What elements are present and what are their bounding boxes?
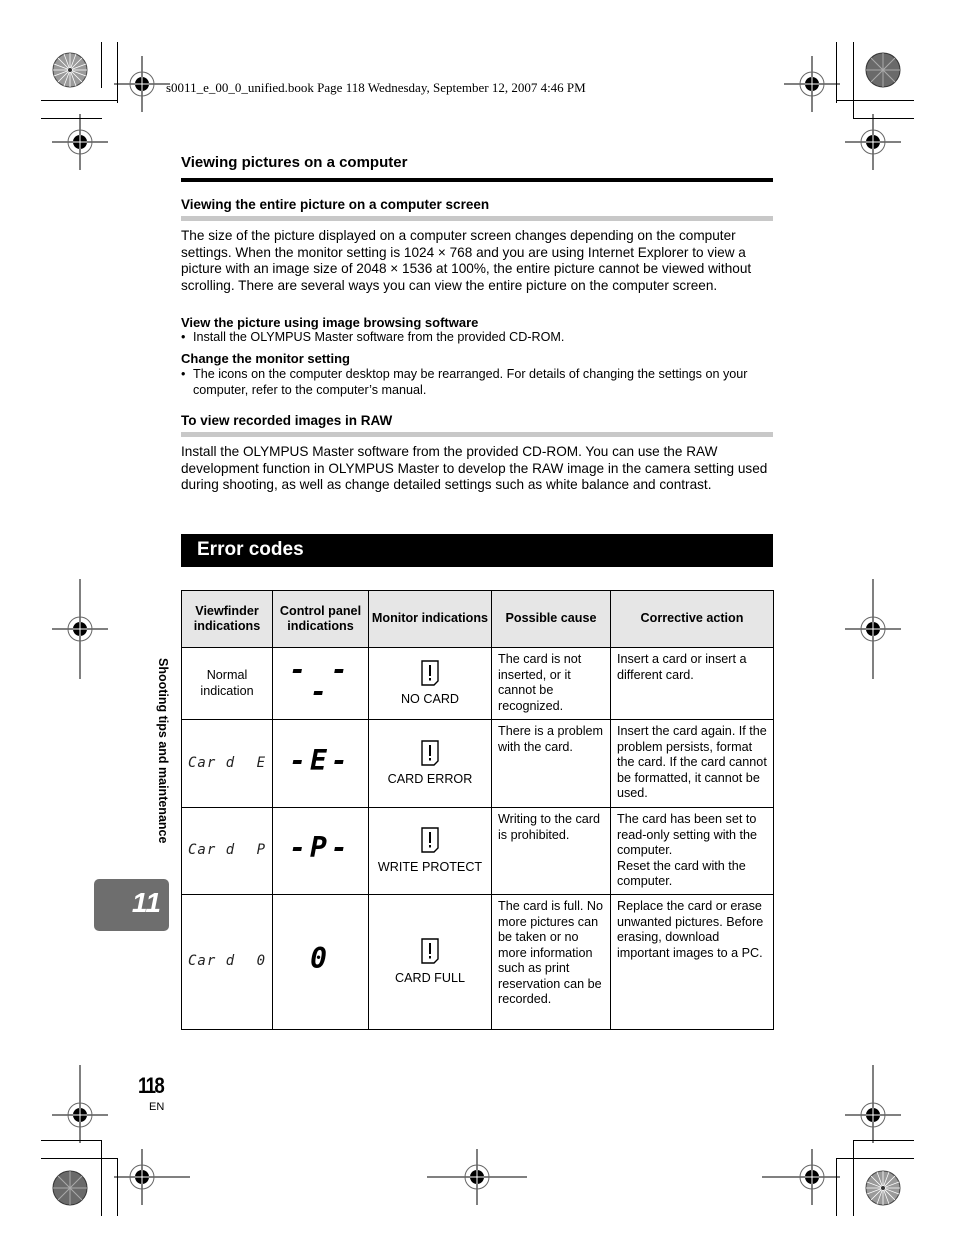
monitor-cell: WRITE PROTECT xyxy=(368,807,492,895)
bullet-text: Install the OLYMPUS Master software from… xyxy=(193,330,565,344)
bullet-text: The icons on the computer desktop may be… xyxy=(193,367,748,397)
viewfinder-lcd-left: Car d xyxy=(188,953,236,970)
viewfinder-cell: Normal indication xyxy=(181,647,273,720)
book-header: s0011_e_00_0_unified.book Page 118 Wedne… xyxy=(166,80,586,95)
column-header: Viewfinder indications xyxy=(181,590,273,648)
viewfinder-lcd: Car d E xyxy=(182,754,272,772)
subsection-rule xyxy=(181,216,773,221)
crop-line xyxy=(41,100,118,101)
page-number: 118 xyxy=(138,1073,165,1098)
option-title: View the picture using image browsing so… xyxy=(181,315,479,330)
error-codes-title: Error codes xyxy=(197,539,304,560)
action-cell: Insert the card again. If the problem pe… xyxy=(610,719,774,808)
paragraph: The size of the picture displayed on a c… xyxy=(181,228,752,293)
table-row: Car d E -E- CARD ERROR There is a problem wi… xyxy=(181,719,774,808)
cause-cell: The card is full. No more pictures can b… xyxy=(491,894,611,1030)
viewfinder-lcd-right: 0 xyxy=(256,953,266,970)
control-panel-cell: -P- xyxy=(272,807,369,895)
action-cell: Replace the card or erase unwanted pictu… xyxy=(610,894,774,1030)
column-header: Corrective action xyxy=(610,590,774,648)
subsection-title: To view recorded images in RAW xyxy=(181,413,393,428)
monitor-text: CARD ERROR xyxy=(387,772,473,786)
viewfinder-lcd-right: P xyxy=(256,842,266,859)
viewfinder-cell: Car d 0 xyxy=(181,894,273,1030)
control-panel-cell: - - - xyxy=(272,647,369,720)
subsection-title: Viewing the entire picture on a computer… xyxy=(181,197,490,212)
cause-cell: The card is not inserted, or it cannot b… xyxy=(491,647,611,720)
table-row: Car d 0 0 CARD FULL The card is full. No mor… xyxy=(181,894,774,1030)
bullet-icon: • xyxy=(181,330,186,344)
bullet-icon: • xyxy=(181,367,186,381)
monitor-text: CARD FULL xyxy=(395,970,465,985)
control-panel-cell: -E- xyxy=(272,719,369,808)
crop-line xyxy=(101,42,102,88)
column-header: Control panel indications xyxy=(272,590,369,648)
viewfinder-cell: Car d P xyxy=(181,807,273,895)
error-codes-table: Viewfinder indications Control panel ind… xyxy=(181,590,774,1030)
table-row: Normal indication - - - NO CARD The card is… xyxy=(181,647,774,720)
cause-cell: Writing to the card is prohibited. xyxy=(491,807,611,895)
control-panel-lcd: -P- xyxy=(289,831,352,865)
viewfinder-lcd: Car d 0 xyxy=(182,954,272,970)
crop-line xyxy=(836,100,914,101)
chapter-title: Shooting tips and maintenance xyxy=(156,658,170,844)
bullet-item: • Install the OLYMPUS Master software fr… xyxy=(181,330,771,346)
table-row: Car d P -P- WRITE PROTECT Writing to the car… xyxy=(181,807,774,895)
bullet-item: • The icons on the computer desktop may … xyxy=(181,367,771,398)
action-cell: The card has been set to read-only setti… xyxy=(610,807,774,895)
control-panel-lcd: 0 xyxy=(310,942,331,976)
table-header-row: Viewfinder indications Control panel ind… xyxy=(181,590,774,648)
option-title: Change the monitor setting xyxy=(181,351,350,366)
monitor-text: NO CARD xyxy=(400,692,460,706)
viewfinder-lcd-left: Car d xyxy=(188,754,236,771)
viewfinder-lcd-left: Car d xyxy=(188,842,236,859)
column-header: Possible cause xyxy=(491,590,611,648)
cause-cell: There is a problem with the card. xyxy=(491,719,611,808)
subsection-rule xyxy=(181,432,773,437)
card-warning-icon xyxy=(421,659,439,693)
viewfinder-lcd-right: E xyxy=(256,754,266,771)
control-panel-lcd: - - - xyxy=(289,653,352,708)
monitor-cell: CARD ERROR xyxy=(368,719,492,808)
card-warning-icon xyxy=(421,739,439,773)
monitor-cell: NO CARD xyxy=(368,647,492,720)
viewfinder-lcd: Car d P xyxy=(182,843,272,859)
viewfinder-cell: Car d E xyxy=(181,719,273,808)
chapter-number: 11 xyxy=(131,887,161,918)
page-language: EN xyxy=(149,1101,165,1113)
action-cell: Insert a card or insert a different card… xyxy=(610,647,774,720)
control-panel-cell: 0 xyxy=(272,894,369,1030)
paragraph: Install the OLYMPUS Master software from… xyxy=(181,444,768,493)
monitor-text: WRITE PROTECT xyxy=(377,859,483,874)
column-header: Monitor indications xyxy=(368,590,492,648)
card-warning-icon xyxy=(421,938,439,971)
crop-line xyxy=(101,1140,102,1216)
control-panel-lcd: -E- xyxy=(289,743,352,777)
card-warning-icon xyxy=(421,827,439,860)
section-rule xyxy=(181,178,773,182)
error-codes-banner: Error codes xyxy=(181,534,773,567)
viewfinder-text: Normal indication xyxy=(200,668,254,698)
chapter-tab: 11 xyxy=(94,879,169,931)
monitor-cell: CARD FULL xyxy=(368,894,492,1030)
section-title: Viewing pictures on a computer xyxy=(181,154,408,171)
